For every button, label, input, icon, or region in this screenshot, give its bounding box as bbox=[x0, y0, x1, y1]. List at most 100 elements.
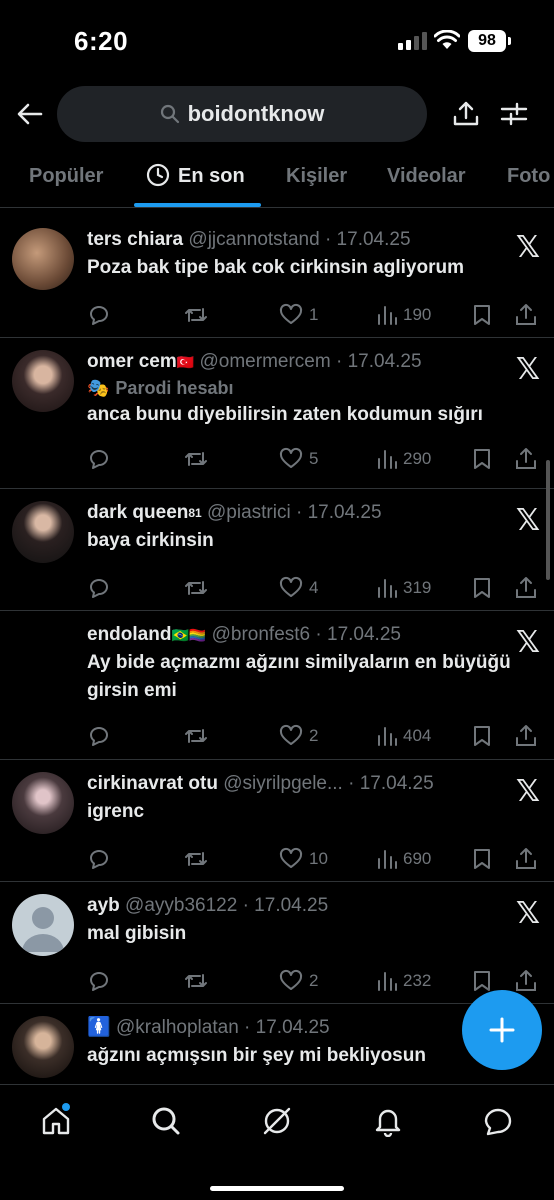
views-button[interactable]: 319 bbox=[377, 573, 431, 603]
like-button[interactable]: 1 bbox=[279, 300, 318, 330]
reply-button[interactable] bbox=[87, 573, 111, 603]
like-button[interactable]: 2 bbox=[279, 721, 318, 751]
compose-button[interactable] bbox=[462, 990, 542, 1070]
share-tweet-button[interactable] bbox=[515, 966, 537, 996]
handle[interactable]: @omermercem bbox=[200, 351, 331, 372]
tweet-text: baya cirkinsin bbox=[87, 530, 214, 551]
display-name[interactable]: omer cem bbox=[87, 351, 177, 372]
views-icon bbox=[378, 972, 397, 991]
tweet[interactable]: omer cem🇹🇷 @omermercem · 17.04.25 🎭 Parod… bbox=[0, 338, 554, 489]
share-tweet-button[interactable] bbox=[515, 721, 537, 751]
reply-icon bbox=[90, 727, 108, 746]
avatar[interactable] bbox=[12, 623, 74, 685]
bookmark-button[interactable] bbox=[472, 444, 492, 474]
view-count: 404 bbox=[403, 726, 432, 745]
display-name[interactable]: endoland bbox=[87, 624, 171, 645]
views-button[interactable]: 190 bbox=[377, 300, 431, 330]
handle[interactable]: @piastrici bbox=[207, 502, 291, 523]
nav-notifications[interactable] bbox=[366, 1099, 410, 1143]
tab-label: Foto bbox=[507, 165, 551, 187]
tweet[interactable]: endoland🇧🇷🏳️‍🌈 @bronfest6 · 17.04.25 Ay … bbox=[0, 611, 554, 760]
views-button[interactable]: 290 bbox=[377, 444, 431, 474]
bottom-navigation bbox=[0, 1084, 554, 1200]
tweet-actions: 1 190 bbox=[87, 300, 542, 330]
reply-button[interactable] bbox=[87, 300, 111, 330]
handle[interactable]: @jjcannotstand bbox=[188, 229, 319, 250]
handle[interactable]: @bronfest6 bbox=[212, 624, 311, 645]
retweet-button[interactable] bbox=[183, 966, 209, 996]
avatar[interactable] bbox=[12, 894, 74, 956]
avatar[interactable] bbox=[12, 772, 74, 834]
back-button[interactable] bbox=[12, 96, 48, 132]
bookmark-button[interactable] bbox=[472, 721, 492, 751]
handle[interactable]: @siyrilpgele... bbox=[223, 773, 343, 794]
like-button[interactable]: 2 bbox=[279, 966, 318, 996]
home-indicator[interactable] bbox=[210, 1186, 344, 1191]
nav-grok[interactable] bbox=[255, 1099, 299, 1143]
views-button[interactable]: 690 bbox=[377, 844, 431, 874]
like-button[interactable]: 5 bbox=[279, 444, 318, 474]
share-tweet-button[interactable] bbox=[515, 444, 537, 474]
tab-photos[interactable]: Foto bbox=[507, 150, 550, 207]
wifi-icon bbox=[433, 29, 461, 55]
bookmark-button[interactable] bbox=[472, 844, 492, 874]
retweet-button[interactable] bbox=[183, 300, 209, 330]
tweet[interactable]: ters chiara @jjcannotstand · 17.04.25 Po… bbox=[0, 216, 554, 338]
nav-home[interactable] bbox=[34, 1099, 78, 1143]
tab-people[interactable]: Kişiler bbox=[286, 150, 347, 207]
nav-search[interactable] bbox=[144, 1099, 188, 1143]
x-logo-icon: 𝕏 bbox=[515, 353, 540, 386]
views-button[interactable]: 232 bbox=[377, 966, 431, 996]
like-icon bbox=[279, 303, 303, 324]
share-icon bbox=[516, 304, 536, 325]
bookmark-icon bbox=[474, 726, 490, 746]
search-input[interactable]: boidontknow bbox=[57, 86, 427, 142]
tab-latest[interactable]: En son bbox=[134, 150, 261, 207]
like-count: 2 bbox=[309, 971, 319, 990]
display-name[interactable]: dark queen81 bbox=[87, 502, 202, 523]
display-name[interactable]: ters chiara bbox=[87, 229, 183, 250]
tweet[interactable]: cirkinavrat otu @siyrilpgele... · 17.04.… bbox=[0, 760, 554, 882]
like-button[interactable]: 4 bbox=[279, 573, 318, 603]
reply-button[interactable] bbox=[87, 444, 111, 474]
share-button[interactable] bbox=[448, 96, 484, 132]
retweet-button[interactable] bbox=[183, 444, 209, 474]
tab-popular[interactable]: Popüler bbox=[29, 150, 103, 207]
retweet-button[interactable] bbox=[183, 844, 209, 874]
handle[interactable]: @kralhoplatan bbox=[116, 1017, 239, 1038]
like-icon bbox=[279, 576, 303, 597]
tweet-text: igrenc bbox=[87, 801, 145, 822]
scrollbar[interactable] bbox=[546, 460, 550, 580]
display-name[interactable]: ayb bbox=[87, 895, 120, 916]
avatar[interactable] bbox=[12, 1016, 74, 1078]
reply-button[interactable] bbox=[87, 966, 111, 996]
tweet-actions: 2 232 bbox=[87, 966, 542, 996]
share-tweet-button[interactable] bbox=[515, 300, 537, 330]
retweet-button[interactable] bbox=[183, 721, 209, 751]
display-name[interactable]: cirkinavrat otu bbox=[87, 773, 218, 794]
like-button[interactable]: 10 bbox=[279, 844, 328, 874]
like-count: 2 bbox=[309, 726, 319, 745]
views-button[interactable]: 404 bbox=[377, 721, 431, 751]
retweet-icon bbox=[185, 729, 207, 743]
share-tweet-button[interactable] bbox=[515, 844, 537, 874]
nav-messages[interactable] bbox=[476, 1099, 520, 1143]
tab-videos[interactable]: Videolar bbox=[387, 150, 466, 207]
retweet-button[interactable] bbox=[183, 573, 209, 603]
tweet[interactable]: ayb @ayyb36122 · 17.04.25 mal gibisin 𝕏 … bbox=[0, 882, 554, 1004]
filter-button[interactable] bbox=[496, 96, 532, 132]
bookmark-button[interactable] bbox=[472, 300, 492, 330]
avatar[interactable] bbox=[12, 350, 74, 412]
status-bar: 6:20 98 bbox=[0, 0, 554, 82]
bookmark-button[interactable] bbox=[472, 573, 492, 603]
avatar[interactable] bbox=[12, 228, 74, 290]
tweet-date: · 17.04.25 bbox=[335, 351, 422, 372]
reply-button[interactable] bbox=[87, 721, 111, 751]
handle[interactable]: @ayyb36122 bbox=[125, 895, 237, 916]
tweet[interactable]: dark queen81 @piastrici · 17.04.25 baya … bbox=[0, 489, 554, 611]
display-name[interactable]: 🚺 bbox=[87, 1017, 111, 1038]
share-tweet-button[interactable] bbox=[515, 573, 537, 603]
reply-button[interactable] bbox=[87, 844, 111, 874]
avatar[interactable] bbox=[12, 501, 74, 563]
cellular-signal-icon bbox=[398, 32, 427, 50]
